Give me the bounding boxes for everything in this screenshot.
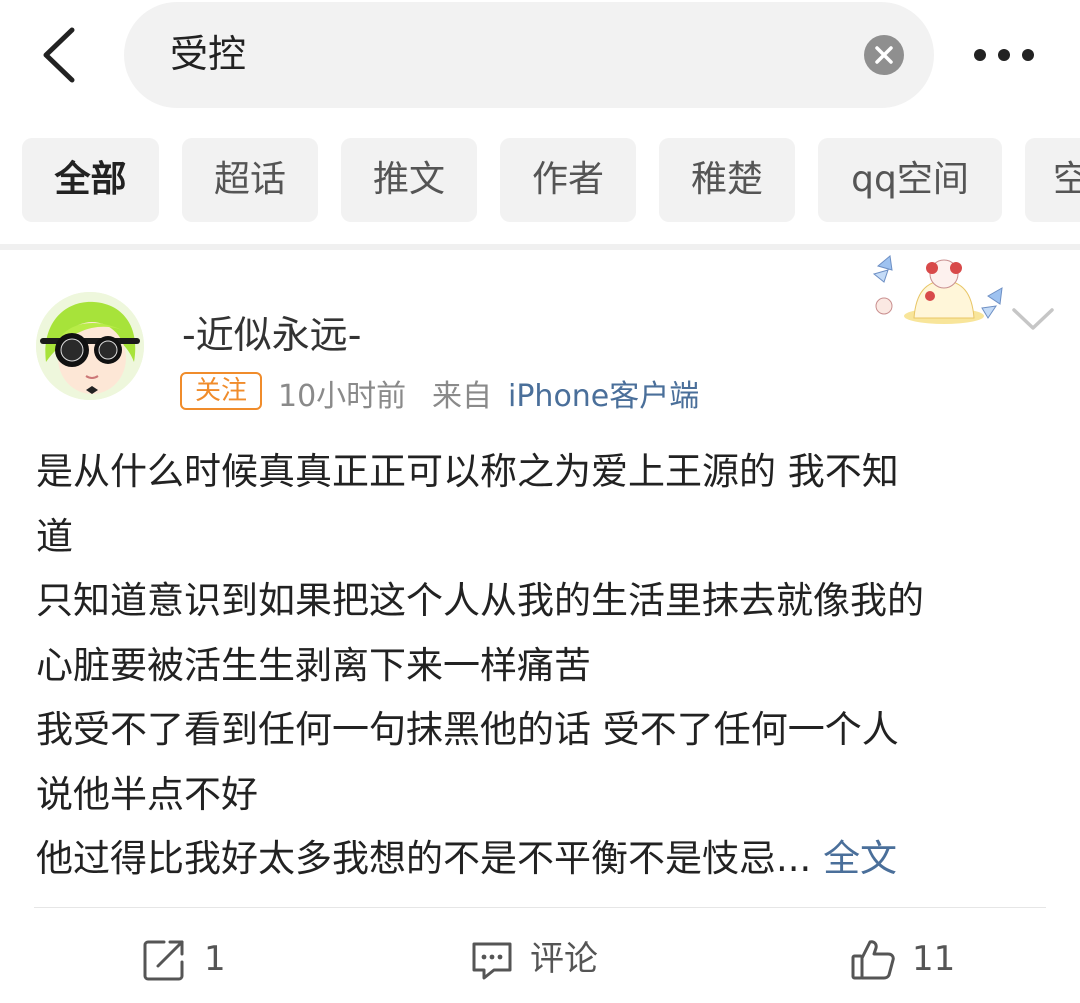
clear-search-button[interactable] — [864, 35, 904, 75]
section-divider — [0, 244, 1080, 250]
content-line: 只知道意识到如果把这个人从我的生活里抹去就像我的 — [36, 579, 924, 622]
back-arrow-icon — [43, 27, 75, 83]
top-bar — [0, 0, 1080, 110]
like-icon — [851, 940, 895, 980]
clear-icon — [875, 46, 893, 64]
action-bar-divider — [34, 907, 1046, 908]
tab-all[interactable]: 全部 — [22, 138, 159, 222]
comment-icon — [472, 942, 512, 980]
content-line: 道 — [36, 514, 73, 558]
post-timestamp: 10小时前 — [278, 379, 407, 414]
content-line-last: 他过得比我好太多我想的不是不平衡不是忮忌... 全文 — [36, 827, 1046, 892]
post-source-client[interactable]: iPhone客户端 — [508, 371, 699, 415]
post-options-button[interactable] — [1010, 300, 1056, 340]
content-line: 是从什么时候真真正正可以称之为爱上王源的 我不知 — [36, 450, 899, 493]
avatar[interactable] — [36, 292, 144, 400]
post-content[interactable]: 是从什么时候真真正正可以称之为爱上王源的 我不知 道 只知道意识到如果把这个人从… — [36, 440, 1046, 892]
tab-more-partial[interactable]: 空 — [1025, 138, 1080, 222]
chevron-down-icon — [1012, 308, 1054, 330]
decoration-badge-illustration — [872, 255, 1003, 324]
tab-qq-space[interactable]: qq空间 — [818, 138, 1002, 222]
content-line-text: 他过得比我好太多我想的不是不平衡不是忮忌... — [36, 837, 812, 880]
tab-supertopic[interactable]: 超话 — [182, 138, 318, 222]
content-line: 说他半点不好 — [36, 772, 258, 816]
read-full-link[interactable]: 全文 — [823, 837, 897, 880]
tab-authors[interactable]: 作者 — [500, 138, 636, 222]
repost-count: 1 — [204, 939, 226, 979]
search-bar[interactable] — [124, 2, 934, 108]
more-icon — [974, 49, 1034, 61]
like-button[interactable]: 11 — [850, 932, 970, 986]
comment-button[interactable]: 评论 — [470, 932, 630, 986]
repost-icon — [143, 940, 184, 981]
more-button[interactable] — [970, 40, 1038, 70]
follow-button[interactable]: 关注 — [180, 372, 262, 410]
like-count: 11 — [912, 939, 956, 979]
tab-zhichu[interactable]: 稚楚 — [659, 138, 795, 222]
post-username[interactable]: -近似永远- — [182, 304, 361, 359]
repost-button[interactable]: 1 — [142, 932, 262, 986]
post-source-prefix: 来自 — [432, 379, 492, 414]
content-line: 心脏要被活生生剥离下来一样痛苦 — [36, 643, 591, 687]
content-line: 我受不了看到任何一句抹黑他的话 受不了任何一个人 — [36, 708, 899, 751]
search-input[interactable] — [170, 28, 770, 72]
avatar-illustration — [36, 292, 144, 400]
back-button[interactable] — [36, 26, 86, 84]
tab-posts[interactable]: 推文 — [341, 138, 477, 222]
search-filter-tabs: 全部 超话 推文 作者 稚楚 qq空间 空 — [0, 138, 1080, 224]
comment-label: 评论 — [530, 939, 598, 979]
